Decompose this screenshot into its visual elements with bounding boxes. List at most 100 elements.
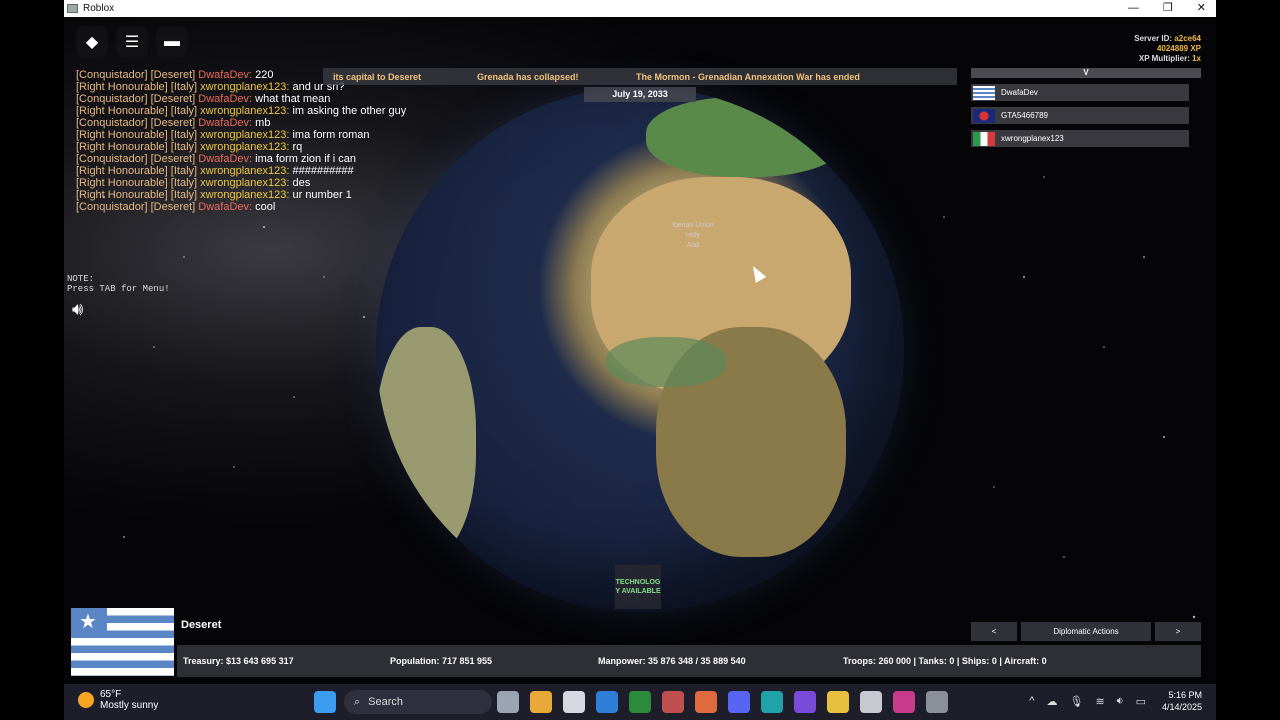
media-app-icon[interactable] (794, 691, 816, 713)
diplomacy-prev-button[interactable]: < (971, 622, 1017, 641)
player-list-toggle[interactable]: V (971, 68, 1201, 78)
cloud-icon[interactable]: ☁ (1046, 695, 1057, 708)
chat-toggle-button[interactable]: ▬ (156, 26, 188, 58)
round-emblem-flag-icon (973, 108, 995, 123)
roblox-logo-icon: ◆ (85, 34, 99, 51)
roblox-icon[interactable] (563, 691, 585, 713)
windows-start-icon[interactable] (314, 691, 336, 713)
minecraft-icon[interactable] (629, 691, 651, 713)
chat-username: xwrongplanex123: (197, 81, 290, 93)
chat-text: 220 (252, 69, 274, 81)
sound-toggle-button[interactable]: 🔊︎ (72, 299, 83, 320)
chat-message: [Conquistador] [Deseret] DwafaDev: cool (76, 201, 426, 213)
chat-nation: [Italy] (167, 81, 198, 93)
server-id-value: a2ce64 (1174, 34, 1201, 43)
player-name: GTA5466789 (1001, 111, 1048, 120)
weather-temp: 65°F (100, 689, 122, 700)
diplomacy-next-button[interactable]: > (1155, 622, 1201, 641)
vector-app-icon[interactable] (695, 691, 717, 713)
windows-taskbar: 65°F Mostly sunny ⌕ Search ^ ☁ 🎙︎ ≋ 🔉︎ ▭… (64, 684, 1216, 720)
chat-message: [Conquistador] [Deseret] DwafaDev: ima f… (76, 153, 426, 165)
region-label-iberian-union: Iberian Union (672, 222, 714, 229)
snipping-tool-icon[interactable] (860, 691, 882, 713)
weather-widget[interactable]: 65°F Mostly sunny (78, 689, 158, 711)
chat-message: [Right Honourable] [Italy] xwrongplanex1… (76, 165, 426, 177)
game-date: July 19, 2033 (584, 87, 696, 102)
chat-text: cool (252, 201, 276, 213)
chat-username: DwafaDev: (195, 117, 253, 129)
chat-username: xwrongplanex123: (197, 129, 290, 141)
close-button[interactable]: ✕ (1197, 0, 1206, 17)
weather-desc: Mostly sunny (100, 700, 159, 711)
chat-rank: [Conquistador] (76, 69, 148, 81)
game-viewport[interactable]: Iberian Union Holy Arid ◆ ☰ ▬ [Conquista… (64, 17, 1216, 684)
server-id-label: Server ID: (1134, 34, 1173, 43)
world-globe[interactable] (376, 87, 904, 612)
chevron-up-icon[interactable]: ^ (1029, 695, 1034, 708)
chat-username: xwrongplanex123: (197, 105, 290, 117)
deseret-flag-icon (973, 85, 995, 100)
note-text: Press TAB for Menu! (67, 284, 170, 294)
chat-rank: [Right Honourable] (76, 129, 168, 141)
xp-multiplier-label: XP Multiplier: (1138, 54, 1190, 63)
image-app-icon[interactable] (662, 691, 684, 713)
file-viewer-icon[interactable] (497, 691, 519, 713)
xp-value: 4024889 XP (1156, 44, 1201, 53)
chat-rank: [Conquistador] (76, 201, 148, 213)
chat-rank: [Right Honourable] (76, 105, 168, 117)
settings-icon[interactable] (926, 691, 948, 713)
chat-message: [Right Honourable] [Italy] xwrongplanex1… (76, 105, 426, 117)
chat-nation: [Deseret] (147, 69, 196, 81)
taskbar-search[interactable]: ⌕ Search (344, 690, 492, 714)
server-info: Server ID: a2ce64 4024889 XP XP Multipli… (1134, 34, 1201, 64)
player-name: xwrongplanex123 (1001, 134, 1064, 143)
media-player-icon[interactable] (893, 691, 915, 713)
italy-flag-icon (973, 131, 995, 146)
discord-icon[interactable] (728, 691, 750, 713)
chat-nation: [Italy] (167, 189, 198, 201)
left-letterbox (0, 0, 64, 684)
country-stats-bar: Treasury: $13 643 695 317 Population: 71… (177, 645, 1201, 677)
chat-username: xwrongplanex123: (197, 177, 290, 189)
hamburger-menu-button[interactable]: ☰ (116, 26, 148, 58)
minimize-button[interactable]: — (1128, 0, 1139, 17)
chat-rank: [Conquistador] (76, 117, 148, 129)
globe-region-labels: Iberian Union Holy Arid (672, 221, 714, 251)
chat-nation: [Deseret] (147, 117, 196, 129)
chat-message: [Conquistador] [Deseret] DwafaDev: what … (76, 93, 426, 105)
diplomatic-actions-button[interactable]: Diplomatic Actions (1021, 622, 1151, 641)
flag-star-icon: ★ (79, 611, 97, 633)
roblox-window-icon (67, 4, 78, 13)
chat-username: xwrongplanex123: (197, 189, 290, 201)
file-explorer-icon[interactable] (827, 691, 849, 713)
player-row[interactable]: GTA5466789 (971, 107, 1189, 124)
europe-landmass (646, 97, 846, 177)
edge-icon[interactable] (761, 691, 783, 713)
chat-text: ur number 1 (289, 189, 352, 201)
note-title: NOTE: (67, 274, 95, 284)
menu-icon: ☰ (124, 34, 140, 51)
battery-icon[interactable]: ▭ (1136, 695, 1146, 708)
player-row[interactable]: xwrongplanex123 (971, 130, 1189, 147)
ticker-item: The Mormon - Grenadian Annexation War ha… (636, 71, 860, 82)
chat-text: what that mean (252, 93, 331, 105)
chat-rank: [Right Honourable] (76, 141, 168, 153)
chat-rank: [Conquistador] (76, 93, 148, 105)
clock[interactable]: 5:16 PM 4/14/2025 (1162, 689, 1202, 713)
system-tray: ^ ☁ 🎙︎ ≋ 🔉︎ ▭ (1029, 695, 1146, 708)
population-stat: Population: 717 851 955 (390, 656, 493, 666)
volume-icon[interactable]: 🔉︎ (1117, 695, 1124, 708)
technology-available-button[interactable]: TECHNOLOG Y AVAILABLE (615, 565, 661, 609)
chrome-icon[interactable] (530, 691, 552, 713)
wifi-icon[interactable]: ≋ (1095, 695, 1104, 708)
ticker-item: its capital to Deseret (333, 71, 422, 82)
chat-message: [Right Honourable] [Italy] xwrongplanex1… (76, 141, 426, 153)
chat-text: ima form roman (289, 129, 370, 141)
military-stat: Troops: 260 000 | Tanks: 0 | Ships: 0 | … (843, 656, 1047, 666)
roblox-menu-button[interactable]: ◆ (76, 26, 108, 58)
player-row[interactable]: DwafaDev (971, 84, 1189, 101)
microphone-icon[interactable]: 🎙︎ (1069, 695, 1083, 708)
maximize-button[interactable]: ❐ (1163, 0, 1173, 17)
roblox-studio-icon[interactable] (596, 691, 618, 713)
chat-nation: [Deseret] (147, 153, 196, 165)
